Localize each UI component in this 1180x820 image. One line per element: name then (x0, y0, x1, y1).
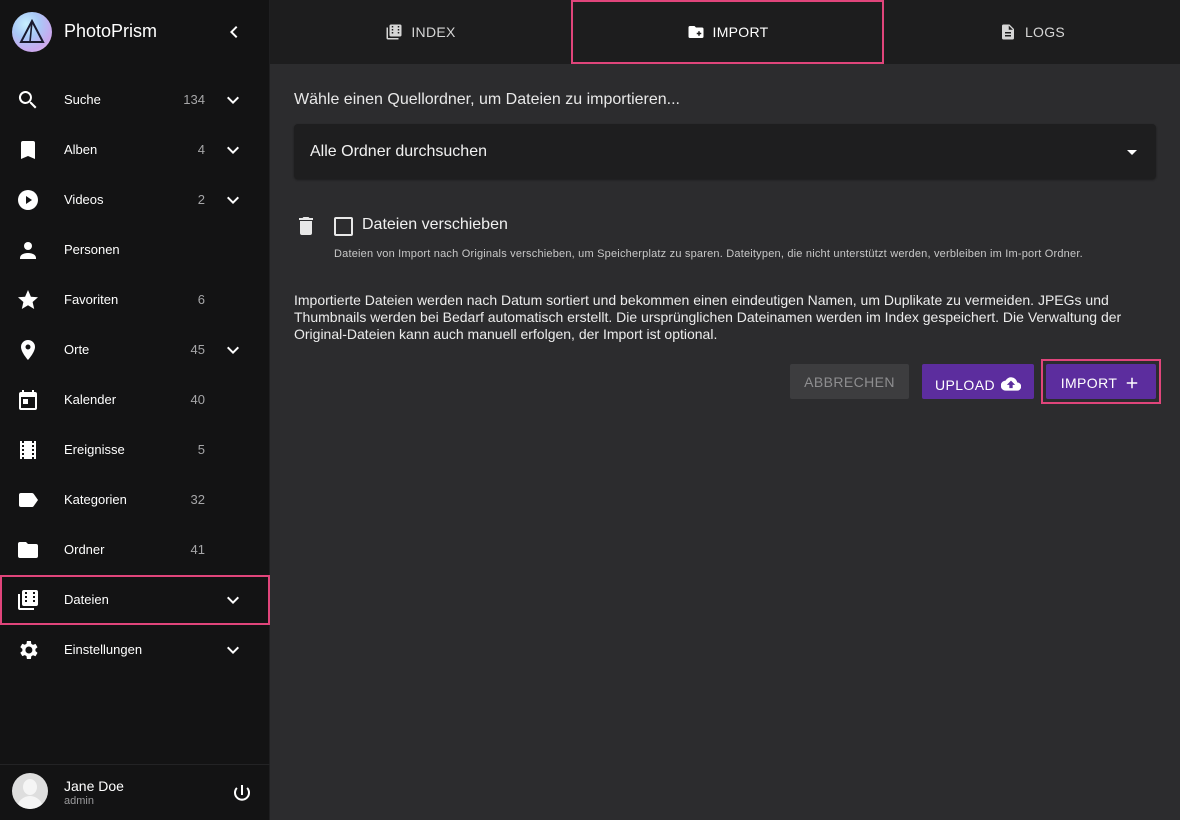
avatar[interactable] (12, 773, 48, 809)
chevron-down-icon[interactable] (221, 188, 245, 212)
sidebar-item-label: Kalender (64, 392, 117, 407)
sidebar-item-count: 2 (197, 192, 205, 207)
sidebar-item-videos[interactable]: Videos 2 (0, 175, 270, 225)
library-tabs: INDEX IMPORT LOGS (270, 0, 1180, 64)
folder-icon (16, 538, 40, 562)
plus-icon (1117, 375, 1141, 391)
sidebar-item-favorites[interactable]: Favoriten 6 (0, 275, 270, 325)
chevron-down-icon[interactable] (221, 338, 245, 362)
move-files-label[interactable]: Dateien verschieben (362, 216, 508, 234)
sidebar-item-label: Personen (64, 242, 120, 257)
move-files-hint: Dateien von Import nach Originals versch… (334, 248, 1083, 260)
sidebar-item-label: Favoriten (64, 292, 119, 307)
user-name: Jane Doe (64, 778, 124, 794)
sidebar-item-count: 40 (190, 392, 205, 407)
sidebar-item-label: Dateien (64, 592, 109, 607)
chevron-down-icon[interactable] (221, 638, 245, 662)
sidebar-item-label: Ordner (64, 542, 105, 557)
sidebar-item-label: Alben (64, 142, 98, 157)
import-subheading: Wähle einen Quellordner, um Dateien zu i… (294, 91, 680, 108)
cancel-button[interactable]: ABBRECHEN (790, 364, 909, 399)
sidebar-item-label: Suche (64, 92, 101, 107)
sidebar-item-label: Videos (64, 192, 104, 207)
tab-label: IMPORT (712, 24, 769, 40)
cloud-upload-icon (995, 377, 1022, 393)
trash-icon (294, 214, 318, 238)
sidebar-nav: Suche 134 Alben 4 Videos 2 Personen Favo… (0, 75, 270, 675)
sidebar-item-count: 134 (183, 92, 205, 107)
sidebar-item-people[interactable]: Personen (0, 225, 270, 275)
bookmark-icon (16, 138, 40, 162)
folder-film-icon (385, 24, 411, 40)
sidebar-item-places[interactable]: Orte 45 (0, 325, 270, 375)
photoprism-logo[interactable] (12, 12, 52, 52)
film-icon (16, 438, 40, 462)
calendar-icon (16, 388, 40, 412)
sidebar: PhotoPrism Suche 134 Alben 4 Videos 2 Pe… (0, 0, 270, 820)
tab-index[interactable]: INDEX (270, 0, 571, 64)
sidebar-item-labels[interactable]: Kategorien 32 (0, 475, 270, 525)
import-info-text: Importierte Dateien werden nach Datum so… (294, 292, 1122, 342)
import-button[interactable]: IMPORT (1046, 364, 1156, 399)
tab-logs[interactable]: LOGS (884, 0, 1180, 64)
upload-button[interactable]: UPLOAD (922, 364, 1034, 399)
import-panel: Wähle einen Quellordner, um Dateien zu i… (270, 64, 1180, 820)
sidebar-item-count: 41 (190, 542, 205, 557)
power-icon[interactable] (230, 782, 254, 806)
sidebar-item-count: 6 (197, 292, 205, 307)
brand: PhotoPrism (0, 0, 270, 64)
sidebar-item-search[interactable]: Suche 134 (0, 75, 270, 125)
sidebar-item-library[interactable]: Dateien (0, 575, 270, 625)
sidebar-item-count: 5 (197, 442, 205, 457)
sidebar-item-count: 45 (190, 342, 205, 357)
sidebar-item-moments[interactable]: Ereignisse 5 (0, 425, 270, 475)
sidebar-item-label: Einstellungen (64, 642, 143, 657)
source-folder-value: Alle Ordner durchsuchen (310, 143, 487, 160)
person-icon (16, 238, 40, 262)
file-library-icon (16, 588, 40, 612)
document-icon (999, 24, 1025, 40)
app-name: PhotoPrism (64, 21, 158, 41)
upload-button-label: UPLOAD (935, 377, 995, 393)
star-icon (16, 288, 40, 312)
chevron-down-icon[interactable] (221, 138, 245, 162)
chevron-down-icon[interactable] (221, 88, 245, 112)
tab-label: INDEX (411, 24, 456, 40)
dropdown-arrow-icon[interactable] (1120, 140, 1144, 164)
chevron-down-icon[interactable] (221, 588, 245, 612)
user-role: admin (64, 795, 94, 807)
sidebar-item-calendar[interactable]: Kalender 40 (0, 375, 270, 425)
user-panel[interactable]: Jane Doe admin (0, 764, 270, 820)
place-icon (16, 338, 40, 362)
tab-import[interactable]: IMPORT (571, 0, 884, 64)
sidebar-item-label: Ereignisse (64, 442, 125, 457)
play-circle-icon (16, 188, 40, 212)
source-folder-select[interactable]: Alle Ordner durchsuchen (294, 124, 1156, 179)
cancel-button-label: ABBRECHEN (804, 374, 895, 390)
sidebar-item-label: Orte (64, 342, 90, 357)
import-button-label: IMPORT (1060, 375, 1118, 391)
sidebar-item-label: Kategorien (64, 492, 127, 507)
collapse-sidebar-icon[interactable] (222, 20, 246, 44)
sidebar-item-folders[interactable]: Ordner 41 (0, 525, 270, 575)
sidebar-item-count: 4 (197, 142, 205, 157)
tab-label: LOGS (1024, 24, 1066, 40)
folder-add-icon (687, 24, 713, 40)
move-files-checkbox[interactable] (334, 217, 353, 236)
sidebar-item-albums[interactable]: Alben 4 (0, 125, 270, 175)
search-icon (16, 88, 40, 112)
gear-icon (16, 638, 40, 662)
sidebar-item-settings[interactable]: Einstellungen (0, 625, 270, 675)
sidebar-item-count: 32 (190, 492, 205, 507)
label-icon (16, 488, 40, 512)
